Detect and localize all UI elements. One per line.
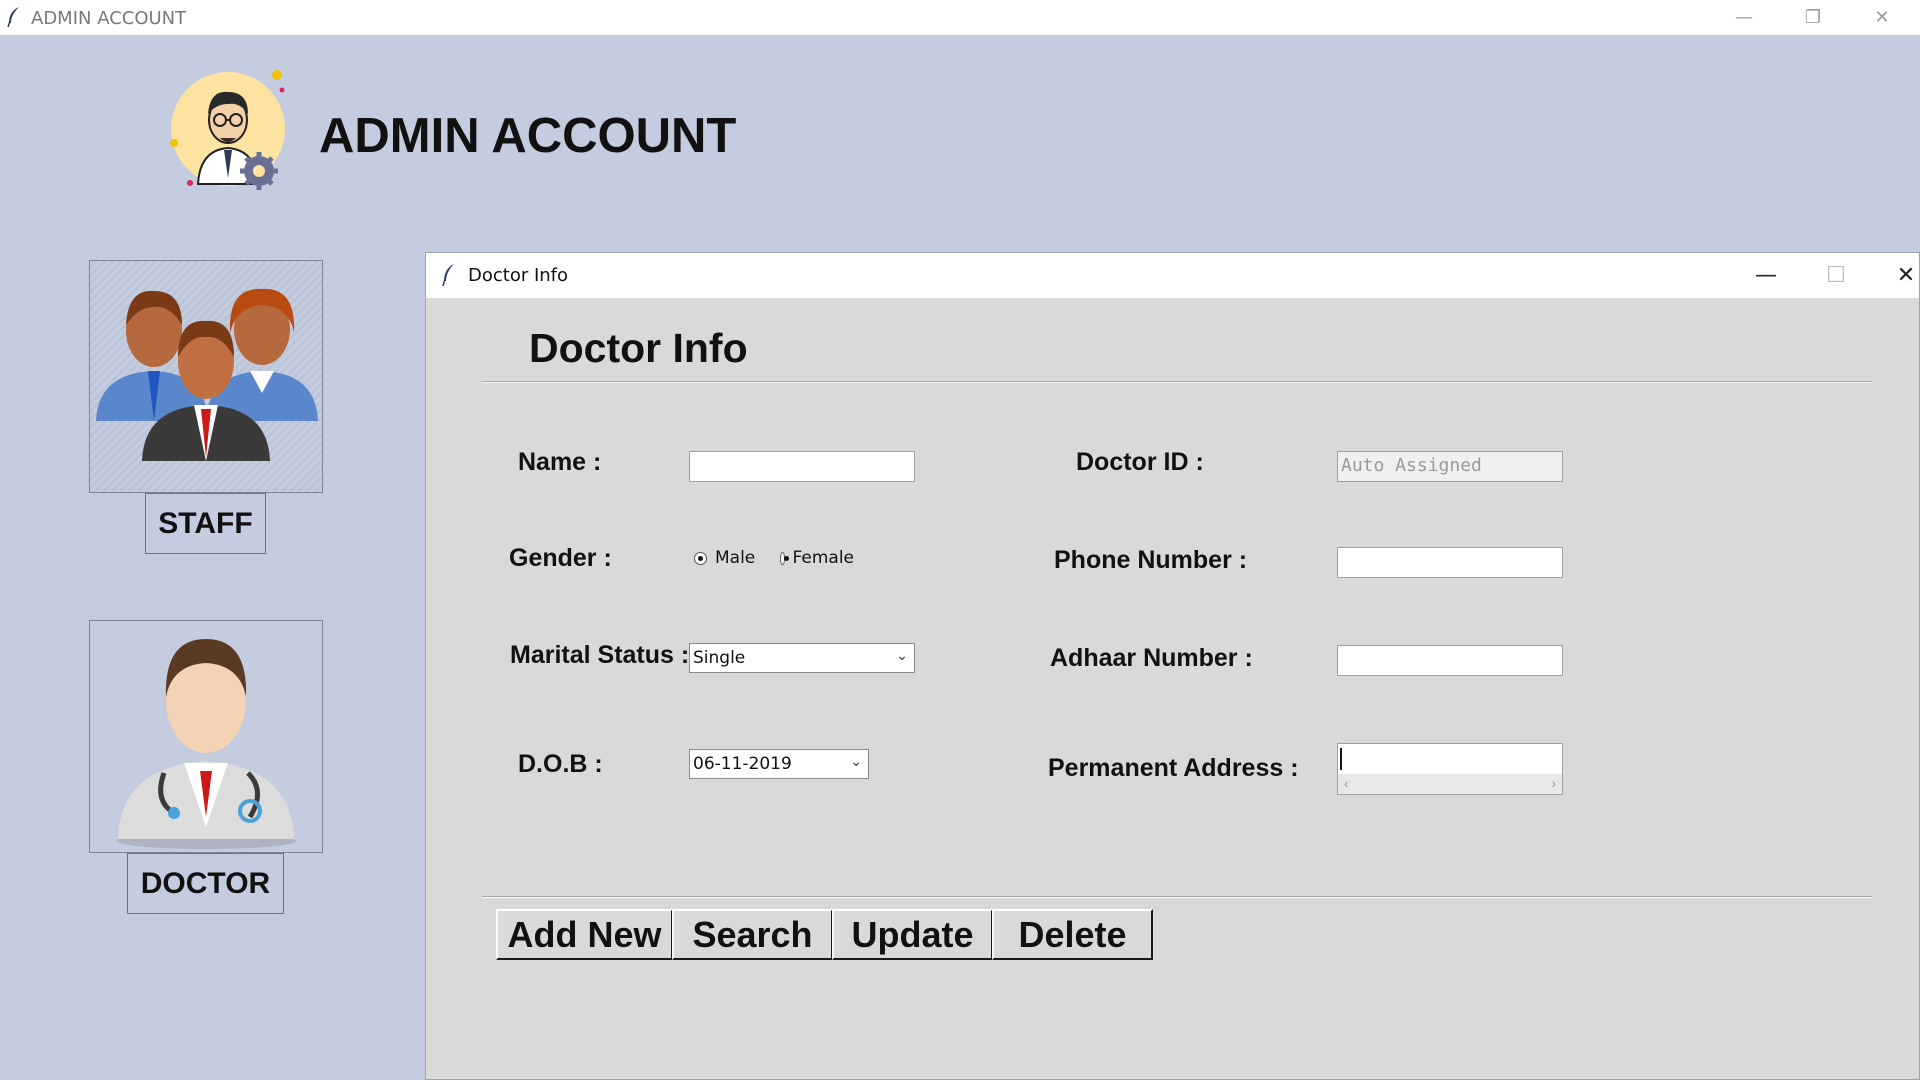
admin-avatar-icon xyxy=(164,66,294,196)
app-title: ADMIN ACCOUNT xyxy=(319,109,737,163)
address-label: Permanent Address : xyxy=(1048,754,1299,782)
gender-male-radio[interactable]: Male xyxy=(694,548,755,568)
doctor-icon xyxy=(116,639,296,849)
search-button[interactable]: Search xyxy=(672,909,833,960)
feather-icon xyxy=(7,7,19,28)
doctor-id-field: Auto Assigned xyxy=(1337,451,1563,482)
gender-male-label: Male xyxy=(715,548,756,568)
address-textarea[interactable]: ‹ › xyxy=(1337,743,1563,795)
minimize-button[interactable]: — xyxy=(1724,0,1764,35)
close-button[interactable]: ✕ xyxy=(1862,0,1902,35)
marital-status-value: Single xyxy=(693,648,746,668)
dob-label: D.O.B : xyxy=(518,750,603,778)
text-cursor xyxy=(1340,748,1342,770)
scroll-left-icon[interactable]: ‹ xyxy=(1344,775,1349,791)
doctor-image-button[interactable] xyxy=(89,620,323,853)
name-label: Name : xyxy=(518,448,602,476)
address-horizontal-scrollbar[interactable]: ‹ › xyxy=(1338,774,1562,794)
radio-dot-icon xyxy=(780,551,789,565)
feather-icon xyxy=(442,264,454,287)
marital-status-label: Marital Status : xyxy=(510,641,690,669)
staff-group-icon xyxy=(96,288,318,461)
staff-button[interactable]: STAFF xyxy=(145,493,266,554)
gender-female-radio[interactable]: Female xyxy=(780,548,854,568)
dialog-close-button[interactable]: ✕ xyxy=(1881,253,1920,298)
doctor-button[interactable]: DOCTOR xyxy=(127,853,284,914)
chevron-down-icon: ⌄ xyxy=(896,648,908,664)
dialog-heading: Doctor Info xyxy=(529,325,748,371)
doctor-id-label: Doctor ID : xyxy=(1076,448,1204,476)
restore-button[interactable]: ❐ xyxy=(1793,0,1833,35)
main-title-bar: ADMIN ACCOUNT — ❐ ✕ xyxy=(0,0,1920,35)
phone-label: Phone Number : xyxy=(1054,546,1248,574)
dialog-maximize-button[interactable]: ☐ xyxy=(1811,253,1861,298)
add-new-button[interactable]: Add New xyxy=(496,909,673,960)
scroll-right-icon[interactable]: › xyxy=(1551,775,1556,791)
adhaar-label: Adhaar Number : xyxy=(1050,644,1253,672)
doctor-info-dialog: Doctor Info — ☐ ✕ Doctor Info Name : Gen… xyxy=(425,252,1920,1080)
marital-status-select[interactable]: Single ⌄ xyxy=(689,643,915,673)
heading-separator xyxy=(482,381,1872,383)
dob-value: 06-11-2019 xyxy=(693,754,792,774)
name-input[interactable] xyxy=(689,451,915,482)
adhaar-input[interactable] xyxy=(1337,645,1563,676)
gender-female-label: Female xyxy=(792,548,854,568)
dialog-title-bar: Doctor Info — ☐ ✕ xyxy=(426,253,1919,298)
staff-image-button[interactable] xyxy=(89,260,323,493)
window-title: ADMIN ACCOUNT xyxy=(31,8,187,29)
gender-label: Gender : xyxy=(509,544,612,572)
dialog-minimize-button[interactable]: — xyxy=(1741,253,1791,298)
radio-dot-icon xyxy=(694,551,707,565)
dialog-title: Doctor Info xyxy=(468,265,569,286)
form-separator xyxy=(482,896,1872,898)
update-button[interactable]: Update xyxy=(832,909,993,960)
chevron-down-icon: ⌄ xyxy=(850,754,862,770)
dob-date-picker[interactable]: 06-11-2019 ⌄ xyxy=(689,749,869,779)
phone-input[interactable] xyxy=(1337,547,1563,578)
delete-button[interactable]: Delete xyxy=(992,909,1153,960)
